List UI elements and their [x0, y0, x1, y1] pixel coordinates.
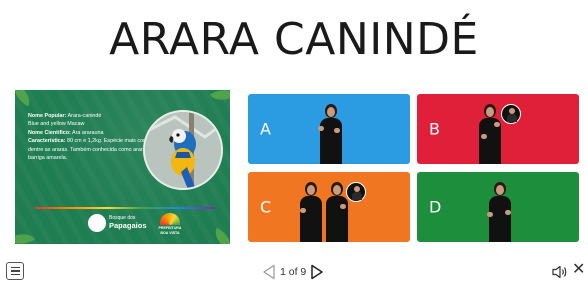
sign-language-interpreter [318, 104, 344, 164]
triangle-right-icon[interactable] [310, 264, 324, 280]
scientific-name-value: Ara ararauna [72, 129, 104, 136]
macaw-photo [143, 110, 223, 190]
leaf-decoration [209, 90, 230, 107]
slide-pager: 1 of 9 [262, 263, 324, 281]
triangle-left-icon[interactable] [262, 264, 276, 280]
logo-big-text: Papagaios [109, 220, 147, 230]
boa-vista-label: BOA VISTA [160, 231, 180, 236]
answer-option-b[interactable]: B [417, 94, 579, 164]
features-label: Característica: [28, 138, 66, 145]
speaker-icon[interactable] [552, 265, 568, 279]
option-letter: C [260, 197, 272, 217]
option-letter: B [429, 119, 440, 139]
answer-option-a[interactable]: A [248, 94, 410, 164]
rainbow-divider [35, 207, 215, 209]
leaf-decoration [15, 90, 36, 107]
page-title: ARARA CANINDÉ [109, 14, 479, 65]
sign-language-interpreter [487, 182, 513, 242]
answer-option-d[interactable]: D [417, 172, 579, 242]
popular-name-value: Arara-canindé [67, 113, 102, 119]
scientific-name-label: Nome Científico: [28, 129, 71, 136]
species-info-card: Nome Popular: Arara-canindé Blue and yel… [15, 90, 230, 244]
sign-language-interpreter [298, 182, 324, 242]
leaf-decoration [209, 227, 230, 244]
answer-option-c[interactable]: C [248, 172, 410, 242]
prefeitura-label: PREFEITURA [158, 226, 182, 230]
leaf-decoration [15, 227, 36, 244]
parrot-logo-icon [88, 214, 106, 232]
english-name: Blue and yellow Macaw [28, 121, 85, 128]
sign-language-interpreter [477, 104, 503, 164]
close-icon[interactable]: ✕ [572, 262, 585, 278]
page-counter: 1 of 9 [280, 266, 307, 278]
bosque-dos-papagaios-logo: Bosque dos Papagaios [88, 214, 147, 232]
popular-name-label: Nome Popular: [28, 113, 67, 119]
sign-detail-inset [501, 104, 521, 124]
sign-detail-inset [346, 182, 366, 202]
prefeitura-boa-vista-logo: PREFEITURA BOA VISTA [155, 213, 185, 236]
option-letter: D [429, 197, 442, 217]
quiz-slide: ARARA CANINDÉ Nome Popular: Arara-canind… [0, 0, 588, 284]
rainbow-sun-icon [160, 213, 180, 225]
species-info-text: Nome Popular: Arara-canindé Blue and yel… [28, 112, 156, 162]
hamburger-menu-icon[interactable] [6, 262, 24, 280]
option-letter: A [260, 119, 271, 139]
